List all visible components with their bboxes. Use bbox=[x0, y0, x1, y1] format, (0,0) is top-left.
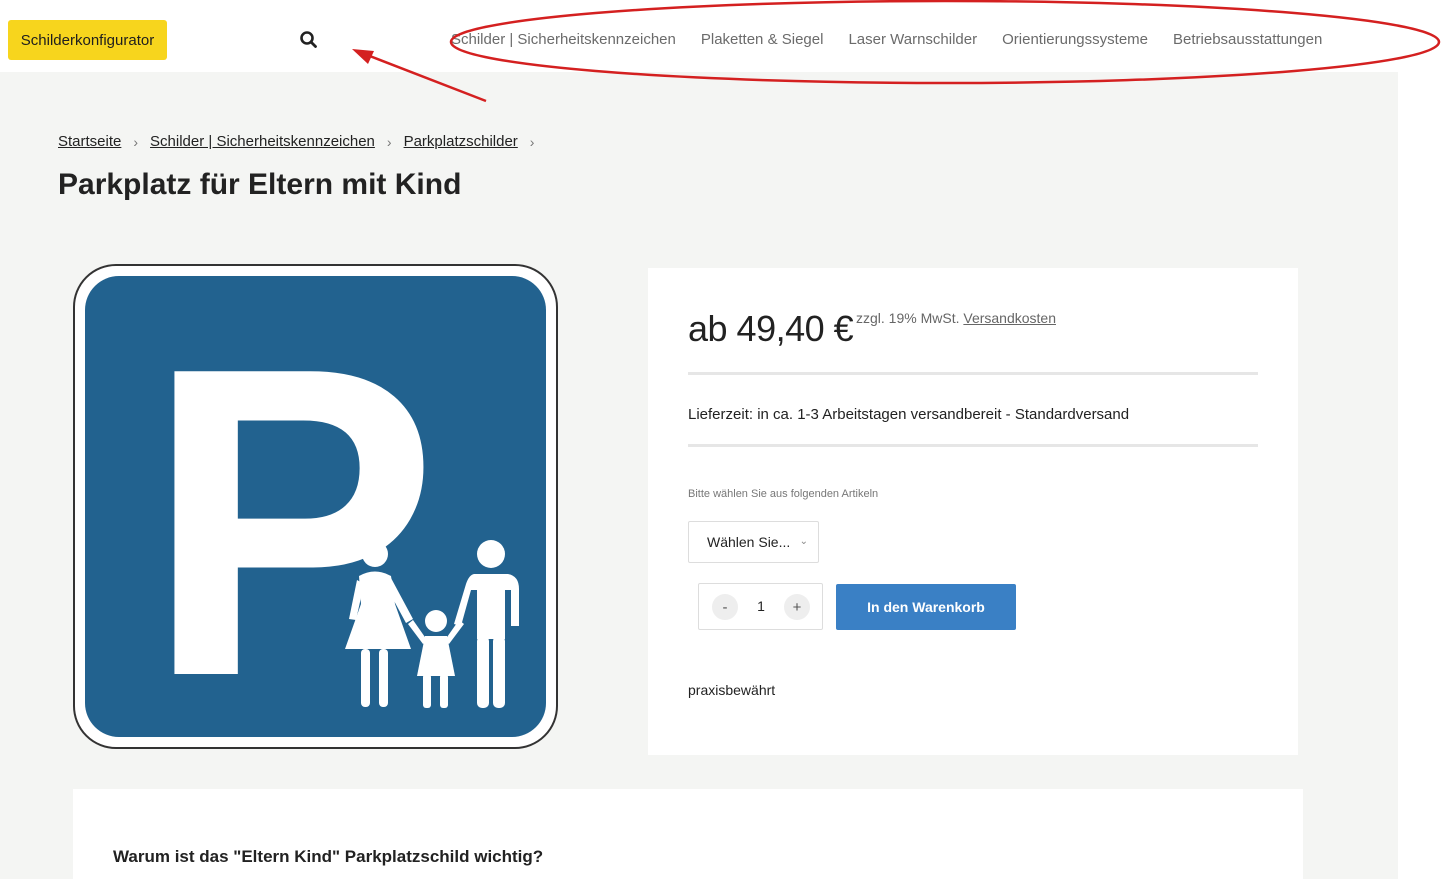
increase-quantity-button[interactable]: + bbox=[784, 594, 810, 620]
product-image[interactable]: P bbox=[73, 264, 558, 749]
variant-select-value: Wählen Sie... bbox=[707, 534, 791, 550]
chevron-right-icon: › bbox=[133, 133, 139, 150]
breadcrumb: Startseite › Schilder | Sicherheitskennz… bbox=[58, 133, 546, 150]
product-price: ab 49,40 € bbox=[688, 308, 854, 349]
tax-info: zzgl. 19% MwSt. Versandkosten bbox=[856, 310, 1056, 326]
variant-select[interactable]: Wählen Sie... ⌄ bbox=[688, 521, 819, 563]
buy-box: ab 49,40 € zzgl. 19% MwSt. Versandkosten… bbox=[648, 268, 1298, 755]
quantity-value[interactable]: 1 bbox=[751, 598, 771, 614]
nav-item-laser-warnschilder[interactable]: Laser Warnschilder bbox=[848, 30, 977, 50]
nav-item-orientierungssysteme[interactable]: Orientierungssysteme bbox=[1002, 30, 1148, 50]
nav-item-betriebsausstattungen[interactable]: Betriebsausstattungen bbox=[1173, 30, 1322, 50]
breadcrumb-parkplatzschilder[interactable]: Parkplatzschilder bbox=[404, 133, 518, 150]
chevron-down-icon: ⌄ bbox=[799, 536, 808, 547]
quantity-stepper: - 1 + bbox=[698, 583, 823, 630]
page-margin bbox=[1398, 72, 1442, 879]
shipping-costs-link[interactable]: Versandkosten bbox=[963, 310, 1056, 326]
divider bbox=[688, 444, 1258, 447]
description-title: Warum ist das "Eltern Kind" Parkplatzsch… bbox=[113, 847, 544, 866]
parking-p-letter: P bbox=[145, 277, 438, 749]
decrease-quantity-button[interactable]: - bbox=[712, 594, 738, 620]
breadcrumb-schilder[interactable]: Schilder | Sicherheitskennzeichen bbox=[150, 133, 375, 150]
product-tagline: praxisbewährt bbox=[688, 682, 776, 698]
variant-hint: Bitte wählen Sie aus folgenden Artikeln bbox=[688, 488, 879, 500]
chevron-right-icon: › bbox=[529, 133, 535, 150]
nav-item-schilder[interactable]: Schilder | Sicherheitskennzeichen bbox=[451, 30, 676, 50]
page-title: Parkplatz für Eltern mit Kind bbox=[58, 168, 462, 201]
add-to-cart-button[interactable]: In den Warenkorb bbox=[836, 584, 1016, 630]
delivery-time: Lieferzeit: in ca. 1-3 Arbeitstagen vers… bbox=[688, 406, 1130, 423]
divider bbox=[688, 372, 1258, 375]
tax-text: zzgl. 19% MwSt. bbox=[856, 310, 960, 326]
breadcrumb-home[interactable]: Startseite bbox=[58, 133, 121, 150]
description-section: Warum ist das "Eltern Kind" Parkplatzsch… bbox=[73, 789, 1303, 879]
main-navigation: Schilder | Sicherheitskennzeichen Plaket… bbox=[451, 30, 1347, 50]
configurator-button[interactable]: Schilderkonfigurator bbox=[8, 20, 167, 60]
nav-item-plaketten[interactable]: Plaketten & Siegel bbox=[701, 30, 824, 50]
search-icon[interactable] bbox=[299, 30, 319, 50]
site-header: Schilderkonfigurator Schilder | Sicherhe… bbox=[0, 0, 1442, 72]
chevron-right-icon: › bbox=[386, 133, 392, 150]
